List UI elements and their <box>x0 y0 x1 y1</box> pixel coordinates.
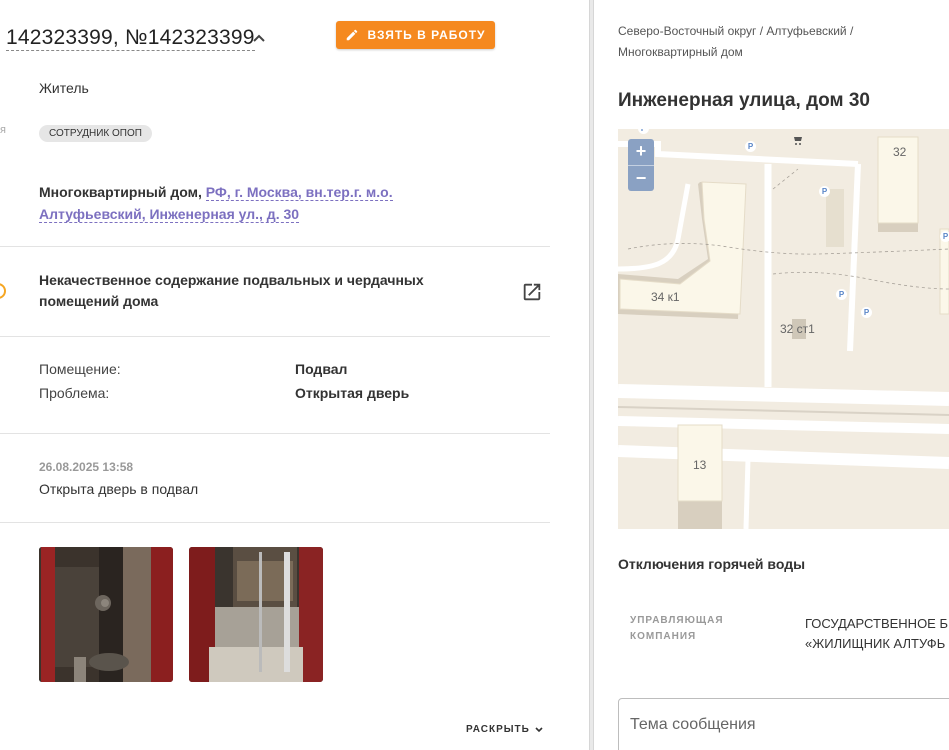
ticket-title[interactable]: 142323399, №142323399 <box>6 26 255 51</box>
building-panel: Северо-Восточный округ / Алтуфьевский / … <box>594 0 949 750</box>
divider <box>0 336 550 337</box>
divider <box>0 433 550 434</box>
expand-button[interactable]: РАСКРЫТЬ <box>466 724 544 735</box>
detail-label-problem: Проблема: <box>39 385 110 401</box>
take-to-work-label: ВЗЯТЬ В РАБОТУ <box>367 28 486 42</box>
map-label-13: 13 <box>693 458 707 472</box>
detail-value-problem: Открытая дверь <box>295 385 410 401</box>
photo-thumbnail[interactable] <box>189 547 323 682</box>
problem-category: Некачественное содержание подвальных и ч… <box>39 272 424 309</box>
map-label-32st1: 32 ст1 <box>780 322 815 336</box>
management-company-line: ГОСУДАРСТВЕННОЕ Б <box>805 616 948 631</box>
object-address: Многоквартирный дом, РФ, г. Москва, вн.т… <box>39 181 499 225</box>
role-chip: СОТРУДНИК ОПОП <box>39 125 152 142</box>
detail-value-premise: Подвал <box>295 361 348 377</box>
truncated-label: я <box>0 124 6 136</box>
management-company-value: ГОСУДАРСТВЕННОЕ Б «ЖИЛИЩНИК АЛТУФЬ <box>805 614 948 654</box>
chevron-down-icon <box>535 726 543 732</box>
message-text: Открыта дверь в подвал <box>39 481 199 497</box>
status-indicator <box>0 283 6 299</box>
building-title: Инженерная улица, дом 30 <box>618 90 870 111</box>
pencil-icon <box>347 29 358 41</box>
hot-water-heading: Отключения горячей воды <box>618 556 806 572</box>
message-date: 26.08.2025 13:58 <box>39 460 134 474</box>
map-label-32: 32 <box>893 145 907 159</box>
detail-label-premise: Помещение: <box>39 361 121 377</box>
map-view[interactable]: 32 34 к1 32 ст1 13 P P P P P P + − <box>618 129 949 529</box>
map-zoom-control: + − <box>628 139 654 191</box>
parking-icon: P <box>940 231 949 242</box>
open-in-new-icon[interactable] <box>521 281 543 303</box>
take-to-work-button[interactable]: ВЗЯТЬ В РАБОТУ <box>336 21 495 49</box>
zoom-in-button[interactable]: + <box>628 139 654 165</box>
parking-icon: P <box>819 186 830 197</box>
applicant-type: Житель <box>39 80 89 96</box>
zoom-out-button[interactable]: − <box>628 165 654 191</box>
message-subject-input[interactable]: Тема сообщения <box>618 698 949 750</box>
parking-icon: P <box>861 307 872 318</box>
shop-icon <box>794 137 802 145</box>
map-label-34k1: 34 к1 <box>651 290 680 304</box>
ticket-panel: 142323399, №142323399 ВЗЯТЬ В РАБОТУ Жит… <box>0 0 590 750</box>
divider <box>0 522 550 523</box>
address-prefix: Многоквартирный дом, <box>39 184 202 200</box>
divider <box>0 246 550 247</box>
parking-icon: P <box>836 289 847 300</box>
expand-label: РАСКРЫТЬ <box>466 724 530 735</box>
photo-thumbnail[interactable] <box>39 547 173 682</box>
management-company-line: «ЖИЛИЩНИК АЛТУФЬ <box>805 636 946 651</box>
parking-icon: P <box>745 141 756 152</box>
breadcrumb: Северо-Восточный округ / Алтуфьевский / … <box>618 24 854 59</box>
management-company-label: УПРАВЛЯЮЩАЯ КОМПАНИЯ <box>630 615 724 642</box>
chevron-up-icon[interactable] <box>251 28 267 48</box>
